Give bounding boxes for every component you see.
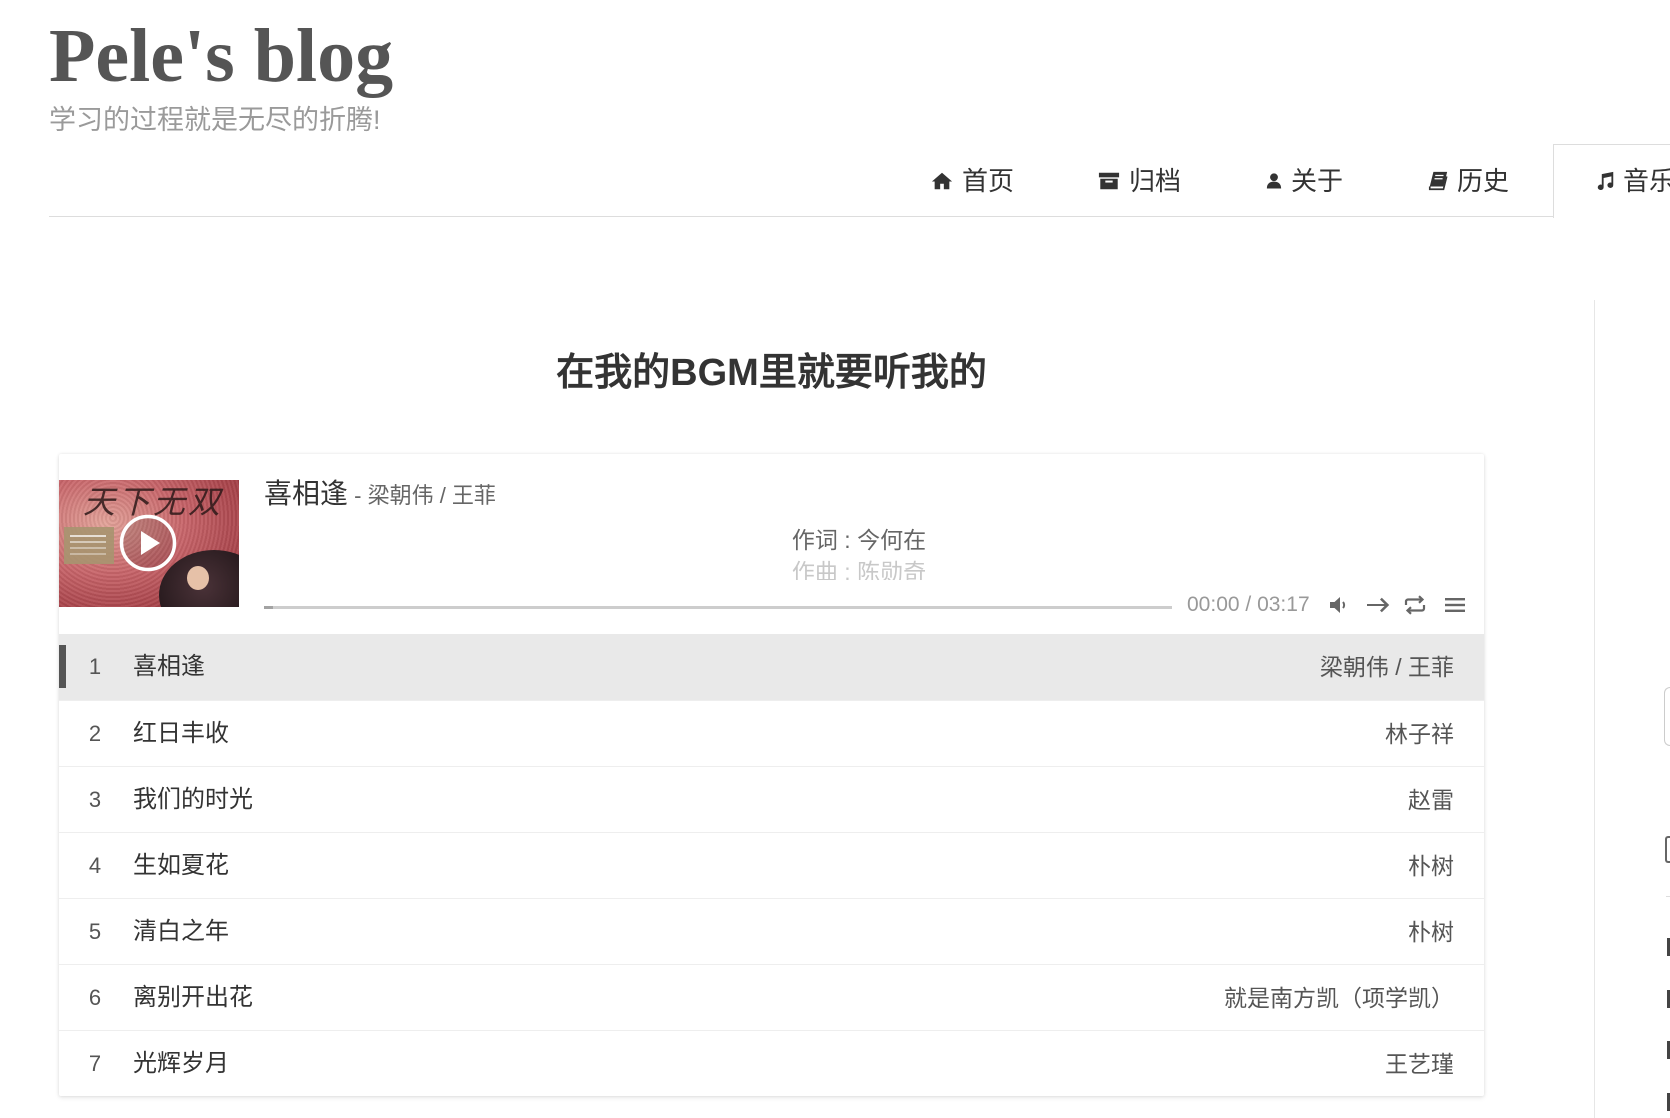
time-current: 00:00 [1187, 593, 1240, 616]
row-title: 我们的时光 [133, 786, 253, 813]
row-title: 喜相逢 [133, 653, 205, 680]
row-title: 红日丰收 [133, 720, 229, 747]
row-title: 光辉岁月 [133, 1050, 229, 1077]
order-button[interactable] [1365, 592, 1391, 618]
site-subtitle: 学习的过程就是无尽的折腾! [49, 105, 381, 135]
time-display: 00:00 / 03:17 [1187, 593, 1310, 617]
now-playing-title: 喜相逢 [264, 478, 349, 509]
nav-item-label: 首页 [962, 166, 1015, 196]
nav-item-archive[interactable]: 归档 [1098, 166, 1181, 196]
row-index: 1 [88, 654, 102, 679]
row-artist: 朴树 [1408, 853, 1454, 879]
row-artist: 朴树 [1408, 919, 1454, 945]
music-player: 天下无双 喜相逢 - 梁朝伟 / 王菲 作词 : 今何在 作曲 : 陈勋奇 00… [59, 454, 1484, 1096]
nav-item-label: 历史 [1457, 166, 1510, 196]
volume-button[interactable] [1326, 592, 1352, 618]
now-playing-artist: 梁朝伟 / 王菲 [367, 483, 496, 508]
volume-icon [1330, 597, 1346, 613]
row-artist: 梁朝伟 / 王菲 [1319, 654, 1454, 680]
playlist-row[interactable]: 2 红日丰收 林子祥 [59, 700, 1484, 766]
user-icon [1266, 173, 1282, 189]
nav-item-music[interactable]: 音乐 [1594, 166, 1670, 196]
playlist-row[interactable]: 1 喜相逢 梁朝伟 / 王菲 [59, 634, 1484, 700]
sidebar-rule [1666, 896, 1670, 897]
playlist-row[interactable]: 5 清白之年 朴树 [59, 898, 1484, 964]
order-icon [1367, 597, 1390, 613]
cover-label [64, 527, 114, 564]
lyrics-panel: 作词 : 今何在 作曲 : 陈勋奇 [264, 524, 1454, 580]
row-title: 离别开出花 [133, 984, 253, 1011]
sidebar-divider [1594, 300, 1595, 1118]
row-artist: 林子祥 [1385, 721, 1454, 747]
row-artist: 就是南方凯（项学凯） [1224, 985, 1454, 1011]
tab-music[interactable]: 音乐 [1553, 144, 1670, 218]
row-index: 6 [88, 985, 102, 1010]
nav-item-history[interactable]: 历史 [1427, 166, 1509, 196]
play-button[interactable] [118, 513, 178, 573]
playlist-row[interactable]: 7 光辉岁月 王艺瑾 [59, 1030, 1484, 1096]
page-title: 在我的BGM里就要听我的 [556, 352, 987, 394]
row-artist: 王艺瑾 [1385, 1051, 1454, 1077]
time-total: 03:17 [1257, 593, 1310, 616]
row-index: 3 [88, 787, 102, 812]
playlist-toggle-button[interactable] [1442, 592, 1468, 618]
nav-item-about[interactable]: 关于 [1265, 166, 1343, 196]
cover-face [187, 566, 209, 590]
playlist-row[interactable]: 4 生如夏花 朴树 [59, 832, 1484, 898]
nav-item-label: 音乐 [1623, 166, 1670, 196]
book-icon [1428, 171, 1448, 191]
playlist-row[interactable]: 3 我们的时光 赵雷 [59, 766, 1484, 832]
play-icon [119, 514, 177, 572]
site-title[interactable]: Pele's blog [49, 18, 393, 94]
row-artist: 赵雷 [1408, 787, 1454, 813]
album-cover: 天下无双 [59, 480, 239, 607]
archive-icon [1098, 172, 1120, 190]
home-icon [931, 172, 953, 190]
now-playing-separator: - [348, 483, 368, 508]
menu-icon [1445, 598, 1465, 612]
row-title: 清白之年 [133, 918, 229, 945]
playlist: 1 喜相逢 梁朝伟 / 王菲 2 红日丰收 林子祥 3 我们的时光 赵雷 4 生… [59, 634, 1484, 1096]
row-index: 2 [88, 721, 102, 746]
nav-item-label: 关于 [1291, 166, 1344, 196]
row-title: 生如夏花 [133, 852, 229, 879]
active-row-marker [59, 645, 66, 688]
row-index: 4 [88, 853, 102, 878]
progress-thumb[interactable] [264, 606, 273, 609]
lyric-line-current: 作词 : 今何在 [791, 527, 927, 553]
lyric-line-next: 作曲 : 陈勋奇 [791, 559, 927, 580]
nav-item-home[interactable]: 首页 [931, 166, 1014, 196]
now-playing-info: 喜相逢 - 梁朝伟 / 王菲 [264, 478, 496, 510]
music-icon [1597, 171, 1614, 191]
loop-icon [1404, 595, 1426, 615]
row-index: 7 [88, 1051, 102, 1076]
progress-bar[interactable] [264, 606, 1172, 609]
nav-item-label: 归档 [1129, 166, 1182, 196]
sidebar-box-edge [1664, 687, 1670, 746]
playlist-row[interactable]: 6 离别开出花 就是南方凯（项学凯） [59, 964, 1484, 1030]
loop-button[interactable] [1402, 592, 1428, 618]
time-separator: / [1239, 593, 1258, 616]
sidebar-checkbox-edge [1665, 836, 1670, 863]
nav-divider [49, 216, 1553, 217]
row-index: 5 [88, 919, 102, 944]
